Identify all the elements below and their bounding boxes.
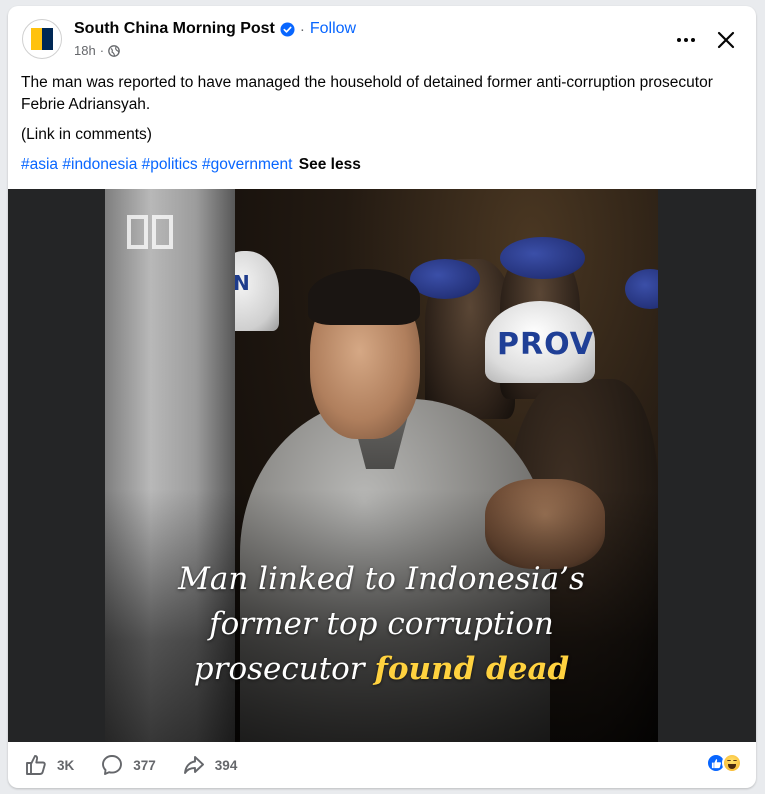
hashtag-government[interactable]: #government	[202, 156, 292, 173]
caption-highlight: found dead	[374, 651, 570, 687]
video-frame[interactable]: PROV N Man linked to Indonesia’s former …	[105, 189, 658, 742]
post-header: South China Morning Post · Follow 18h ·	[8, 6, 756, 68]
globe-icon	[108, 44, 120, 57]
share-icon	[183, 756, 204, 774]
scmp-watermark-icon	[127, 215, 173, 249]
hashtag-indonesia[interactable]: #indonesia	[62, 156, 137, 173]
page-name-row: South China Morning Post · Follow	[74, 20, 356, 38]
follow-separator: ·	[299, 20, 305, 38]
man-hair	[308, 269, 420, 325]
hashtag-politics[interactable]: #politics	[142, 156, 198, 173]
see-less-button[interactable]: See less	[299, 156, 361, 173]
share-button[interactable]: 394	[182, 753, 238, 777]
comment-button[interactable]: 377	[100, 753, 156, 777]
prov-helmet: PROV	[485, 301, 595, 383]
post-card: South China Morning Post · Follow 18h ·	[8, 6, 756, 788]
hashtag-asia[interactable]: #asia	[21, 156, 58, 173]
caption-line-1: Man linked to Indonesia’s	[178, 561, 585, 597]
page-avatar[interactable]	[22, 19, 62, 59]
post-link-note: (Link in comments)	[21, 126, 152, 143]
caption-line-3-prefix: prosecutor	[193, 651, 365, 687]
left-helmet-label: N	[233, 271, 250, 295]
more-options-icon[interactable]	[674, 28, 698, 52]
hashtag-row: #asia #indonesia #politics #government S…	[21, 154, 741, 176]
share-count: 394	[214, 757, 238, 773]
caption-line-2: former top corruption	[209, 606, 554, 642]
scmp-logo	[31, 28, 53, 50]
comment-count: 377	[133, 757, 156, 773]
page-name[interactable]: South China Morning Post	[74, 20, 275, 38]
comment-icon	[102, 755, 123, 775]
follow-button[interactable]: Follow	[310, 20, 356, 38]
meta-separator: ·	[99, 43, 105, 58]
like-button[interactable]: 3K	[24, 753, 74, 777]
post-timestamp[interactable]: 18h	[74, 43, 96, 58]
post-message: The man was reported to have managed the…	[21, 74, 713, 113]
beret	[410, 259, 480, 299]
post-meta: 18h ·	[74, 43, 120, 58]
post-text: The man was reported to have managed the…	[21, 72, 741, 184]
action-bar: 3K 377 394	[8, 742, 756, 788]
verified-badge-icon	[280, 21, 295, 37]
beret	[500, 237, 585, 279]
close-icon[interactable]	[710, 24, 742, 56]
reaction-summary[interactable]	[706, 753, 742, 773]
haha-reaction-icon	[722, 753, 742, 773]
like-icon	[26, 755, 46, 775]
like-count: 3K	[57, 757, 75, 773]
video-caption: Man linked to Indonesia’s former top cor…	[105, 557, 658, 692]
video-player[interactable]: PROV N Man linked to Indonesia’s former …	[8, 189, 756, 742]
helmet-label: PROV	[497, 327, 595, 362]
caption-line-3: prosecutor found dead	[105, 647, 658, 692]
